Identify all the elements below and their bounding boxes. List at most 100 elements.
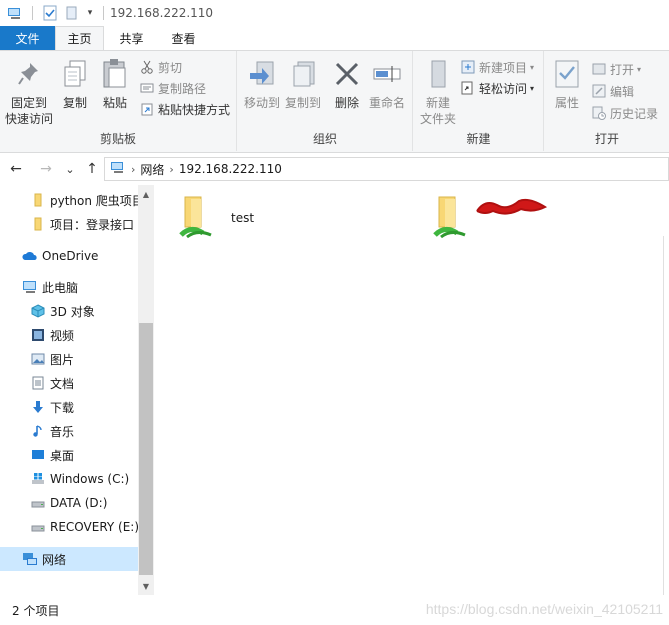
history-button[interactable]: 历史记录 [591,103,658,123]
downloads-icon [30,399,46,415]
forward-button[interactable]: → [36,159,56,179]
sidebar-scrollbar[interactable]: ▲ ▼ [138,185,154,595]
copy-to-label: 复制到 [284,96,321,110]
copy-to-button[interactable]: 复制到 [283,57,323,111]
scrollbar-thumb[interactable] [139,323,153,575]
copy-button[interactable]: 复制 [58,57,92,111]
paste-shortcut-label: 粘贴快捷方式 [158,102,231,117]
properties-button[interactable]: 属性 [551,57,583,111]
back-button[interactable]: ← [6,159,26,179]
drive-icon [30,519,46,535]
easy-access-label: 轻松访问 [479,81,528,96]
rename-button[interactable]: 重命名 [367,57,407,111]
paste-button[interactable]: 粘贴 [98,57,132,111]
pin-label-line1: 固定到 [10,96,47,110]
pin-to-quick-access-button[interactable]: 固定到 快速访问 [4,57,54,127]
properties-check-icon[interactable] [39,2,61,24]
copy-path-button[interactable]: 复制路径 [139,78,206,98]
pin-label-line2: 快速访问 [4,112,53,126]
sidebar-item-downloads[interactable]: 下载 [0,395,138,419]
sidebar-item-music[interactable]: 音乐 [0,419,138,443]
videos-icon [30,327,46,343]
up-button[interactable]: ↑ [82,159,102,179]
edit-button[interactable]: 编辑 [591,81,634,101]
properties-label: 属性 [554,96,579,110]
new-item-label: 新建项目 [479,60,528,75]
scissors-icon [139,59,155,75]
sidebar-item-python-project[interactable]: python 爬虫项目 [0,188,138,212]
edit-icon [591,83,607,99]
open-icon [591,61,607,77]
customize-dropdown-icon[interactable]: ▾ [83,2,97,24]
open-label: 打开 [610,62,635,77]
sidebar-item-recovery-drive[interactable]: RECOVERY (E:) [0,515,138,539]
scroll-up-icon[interactable]: ▲ [138,187,154,201]
breadcrumb-host[interactable]: 192.168.222.110 [179,162,282,176]
sidebar-item-label: python 爬虫项目 [50,193,138,208]
delete-x-icon [331,57,363,91]
folder-icon [30,216,46,232]
sidebar-item-login-project[interactable]: 项目：登录接口 [0,212,138,236]
rename-icon [371,57,403,91]
sidebar-item-windows-drive[interactable]: Windows (C:) [0,467,138,491]
move-to-button[interactable]: 移动到 [242,57,282,111]
sidebar-item-label: 文档 [50,376,75,391]
copy-to-icon [287,57,319,91]
sidebar-item-onedrive[interactable]: OneDrive [0,244,138,268]
navigation-bar: ← → ⌄ ↑ › 网络 › 192.168.222.110 [0,153,669,185]
history-label: 历史记录 [610,106,659,121]
sidebar-item-label: 项目：登录接口 [50,217,135,232]
delete-button[interactable]: 删除 [331,57,363,111]
easy-access-button[interactable]: 轻松访问 ▾ [460,78,534,98]
paste-shortcut-button[interactable]: 粘贴快捷方式 [139,99,230,119]
share-item-test[interactable]: test [177,193,254,241]
breadcrumb-network[interactable]: 网络 [140,161,164,178]
redaction-scribble [476,198,548,215]
sidebar-item-network[interactable]: 网络 [0,547,138,571]
3d-objects-icon [30,303,46,319]
new-folder-icon[interactable] [61,2,83,24]
new-folder-button[interactable]: 新建 文件夹 [418,57,458,127]
sidebar-item-data-drive[interactable]: DATA (D:) [0,491,138,515]
sidebar-item-pictures[interactable]: 图片 [0,347,138,371]
drive-icon [30,495,46,511]
status-bar: 2 个项目 https://blog.csdn.net/weixin_42105… [0,595,669,625]
sidebar-item-this-pc[interactable]: 此电脑 [0,275,138,299]
cut-button[interactable]: 剪切 [139,57,182,77]
share-item-redacted[interactable] [431,193,473,241]
title-divider [32,6,33,20]
cut-label: 剪切 [158,60,183,75]
paste-icon [99,57,131,91]
new-folder-label-line1: 新建 [425,96,450,110]
sidebar-item-label: 网络 [42,552,67,567]
window-title: 192.168.222.110 [110,6,214,20]
sidebar-item-label: 图片 [50,352,75,367]
tab-file[interactable]: 文件 [0,26,55,50]
windows-drive-icon [30,471,46,487]
organize-group: 移动到 复制到 删除 重命名 组织 [238,51,413,151]
recent-locations-button[interactable]: ⌄ [60,159,80,179]
paste-label: 粘贴 [102,96,127,110]
scroll-down-icon[interactable]: ▼ [138,579,154,593]
delete-label: 删除 [334,96,359,110]
ribbon-tabs: 文件 主页 共享 查看 [0,26,669,50]
sidebar-item-label: 音乐 [50,424,75,439]
sidebar-item-videos[interactable]: 视频 [0,323,138,347]
address-bar[interactable]: › 网络 › 192.168.222.110 [104,157,669,181]
sidebar-item-3d-objects[interactable]: 3D 对象 [0,299,138,323]
copy-path-icon [139,80,155,96]
sidebar-item-desktop[interactable]: 桌面 [0,443,138,467]
new-item-button[interactable]: 新建项目 ▾ [460,57,534,77]
new-item-dropdown-icon: ▾ [530,62,535,72]
move-to-icon [246,57,278,91]
tab-share[interactable]: 共享 [104,26,159,50]
new-item-icon [460,59,476,75]
tab-view[interactable]: 查看 [159,26,208,50]
sidebar-item-label: OneDrive [42,249,99,263]
tab-home[interactable]: 主页 [55,26,104,50]
open-button[interactable]: 打开 ▾ [591,59,641,79]
share-item-name: test [231,211,255,225]
clipboard-group: 固定到 快速访问 复制 粘贴 剪切 复制路径 粘贴快捷方式 剪贴板 [0,51,237,151]
sidebar-item-documents[interactable]: 文档 [0,371,138,395]
sidebar-item-label: 下载 [50,400,75,415]
